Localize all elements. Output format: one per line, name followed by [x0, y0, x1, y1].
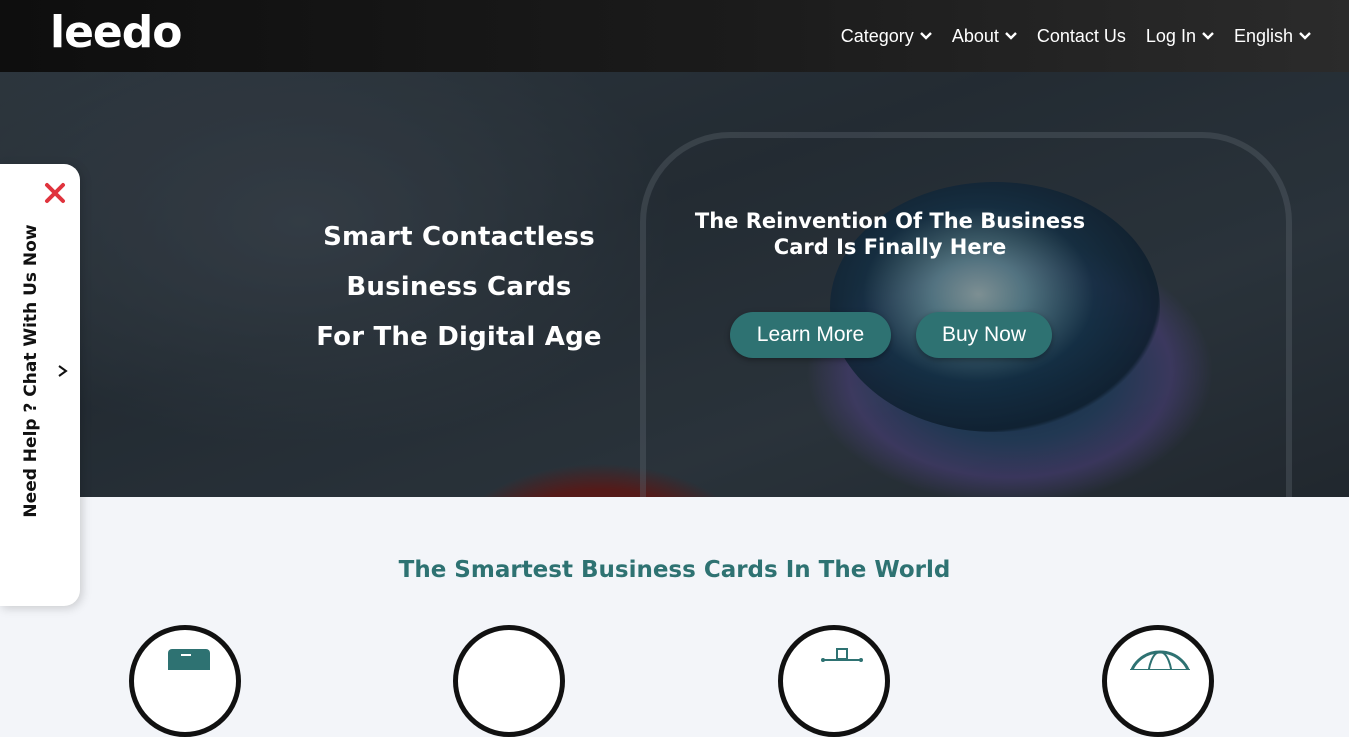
share-icon — [778, 625, 890, 737]
nav-item-about[interactable]: About — [952, 26, 1017, 47]
nav-item-label: English — [1233, 25, 1293, 46]
nav-item-label: Category — [840, 25, 914, 46]
nav-item-label: About — [951, 25, 999, 46]
hero-headline-line: For The Digital Age — [316, 322, 602, 352]
chevron-down-icon — [1299, 32, 1311, 40]
chevron-down-icon — [919, 32, 932, 40]
nav-item-language[interactable]: English — [1234, 26, 1311, 47]
hero-overlay — [0, 72, 1349, 497]
nav-item-contact-us[interactable]: Contact Us — [1037, 26, 1126, 47]
learn-more-button[interactable]: Learn More — [730, 312, 891, 358]
chevron-down-icon — [1202, 32, 1214, 40]
phone-icon — [453, 625, 565, 737]
globe-icon — [1102, 625, 1214, 737]
chat-widget-label[interactable]: Need Help ? Chat With Us Now — [20, 221, 42, 521]
nav-item-category[interactable]: Category — [841, 26, 932, 47]
hero-headline: Smart Contactless Business Cards For The… — [300, 212, 618, 362]
nav-item-log-in[interactable]: Log In — [1146, 26, 1214, 47]
main-nav: Category About Contact Us Log In English — [841, 0, 1311, 72]
chevron-down-icon — [1005, 32, 1017, 40]
card-icon — [129, 625, 241, 737]
hero-tagline: The Reinvention Of The Business Card Is … — [690, 208, 1090, 260]
features-title: The Smartest Business Cards In The World — [398, 557, 951, 583]
top-navbar: leedo Category About Contact Us Log In E… — [0, 0, 1349, 72]
hero-headline-line: Business Cards — [346, 272, 572, 302]
hero-headline-line: Smart Contactless — [323, 222, 595, 252]
nav-item-label: Log In — [1145, 25, 1196, 46]
chat-widget[interactable]: Need Help ? Chat With Us Now — [0, 164, 80, 606]
brand-logo[interactable]: leedo — [50, 10, 182, 56]
hero-tagline-line: The Reinvention Of The Business — [694, 209, 1086, 233]
hero-tagline-line: Card Is Finally Here — [773, 235, 1007, 259]
nav-item-label: Contact Us — [1036, 25, 1126, 46]
buy-now-button[interactable]: Buy Now — [916, 312, 1052, 358]
chevron-icon — [58, 365, 68, 377]
close-icon[interactable] — [43, 181, 67, 205]
chat-widget-label-wrap[interactable]: Need Help ? Chat With Us Now — [20, 224, 80, 549]
hero-banner: Smart Contactless Business Cards For The… — [0, 72, 1349, 497]
